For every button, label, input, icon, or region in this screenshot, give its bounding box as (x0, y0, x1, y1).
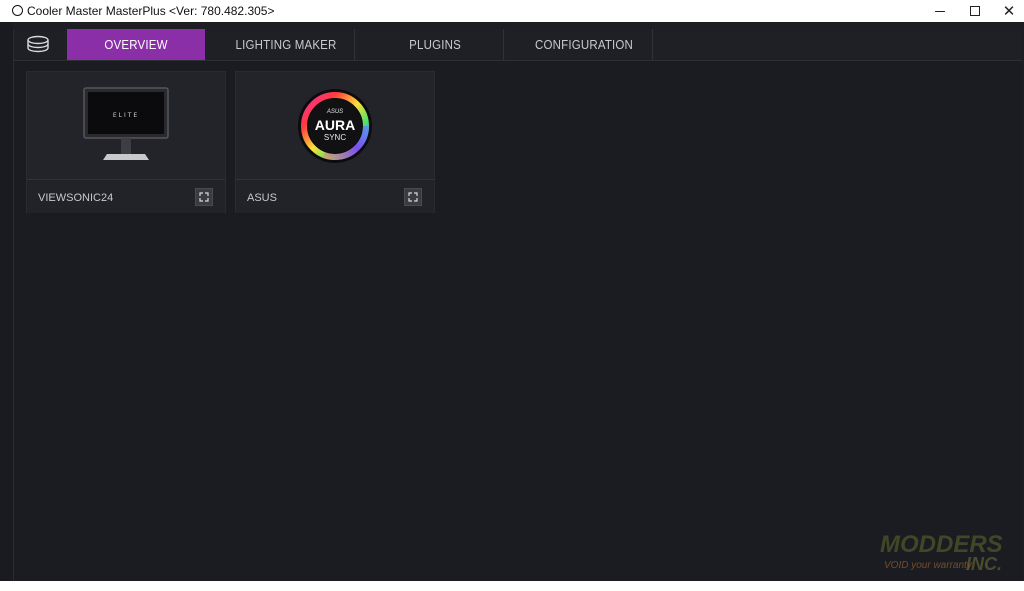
tab-lighting-maker[interactable]: LIGHTING MAKER (218, 29, 356, 60)
left-edge (0, 22, 13, 581)
tab-overview[interactable]: OVERVIEW (67, 29, 205, 60)
minimize-icon (935, 10, 945, 12)
device-card-asus[interactable]: ASUS AURA SYNC ASUS (235, 71, 435, 213)
aura-sub: SYNC (324, 133, 346, 142)
watermark-logo: MODDERS INC. VOID your warranty (868, 526, 1013, 586)
top-navbar: OVERVIEW LIGHTING MAKER PLUGINS CONFIGUR… (14, 29, 1022, 61)
aura-brand: ASUS (326, 109, 343, 115)
window-titlebar: Cooler Master MasterPlus <Ver: 780.482.3… (0, 0, 1024, 22)
aura-title: AURA (315, 117, 355, 133)
expand-button[interactable] (404, 188, 422, 206)
app-ring-icon (12, 5, 23, 16)
card-footer: ASUS (236, 179, 434, 213)
window-title: Cooler Master MasterPlus <Ver: 780.482.3… (27, 4, 275, 18)
tab-plugins[interactable]: PLUGINS (367, 29, 505, 60)
expand-icon (408, 192, 418, 202)
device-stack-icon[interactable] (14, 29, 61, 60)
app-body: OVERVIEW LIGHTING MAKER PLUGINS CONFIGUR… (0, 22, 1024, 581)
device-name: ASUS (247, 192, 277, 204)
expand-button[interactable] (195, 188, 213, 206)
monitor-screen-text: ELITE (113, 112, 139, 119)
card-footer: VIEWSONIC24 (27, 179, 225, 213)
device-card-viewsonic24[interactable]: ELITE VIEWSONIC24 (26, 71, 226, 213)
watermark-tag: VOID your warranty (884, 560, 973, 571)
device-name: VIEWSONIC24 (38, 192, 114, 204)
expand-icon (199, 192, 209, 202)
close-button[interactable]: ✕ (986, 0, 1024, 22)
monitor-image: ELITE (27, 72, 225, 179)
close-icon: ✕ (1002, 2, 1016, 20)
tab-configuration[interactable]: CONFIGURATION (516, 29, 654, 60)
aura-sync-logo: ASUS AURA SYNC (236, 72, 434, 179)
maximize-icon (970, 6, 980, 16)
main-panel: OVERVIEW LIGHTING MAKER PLUGINS CONFIGUR… (13, 29, 1022, 581)
